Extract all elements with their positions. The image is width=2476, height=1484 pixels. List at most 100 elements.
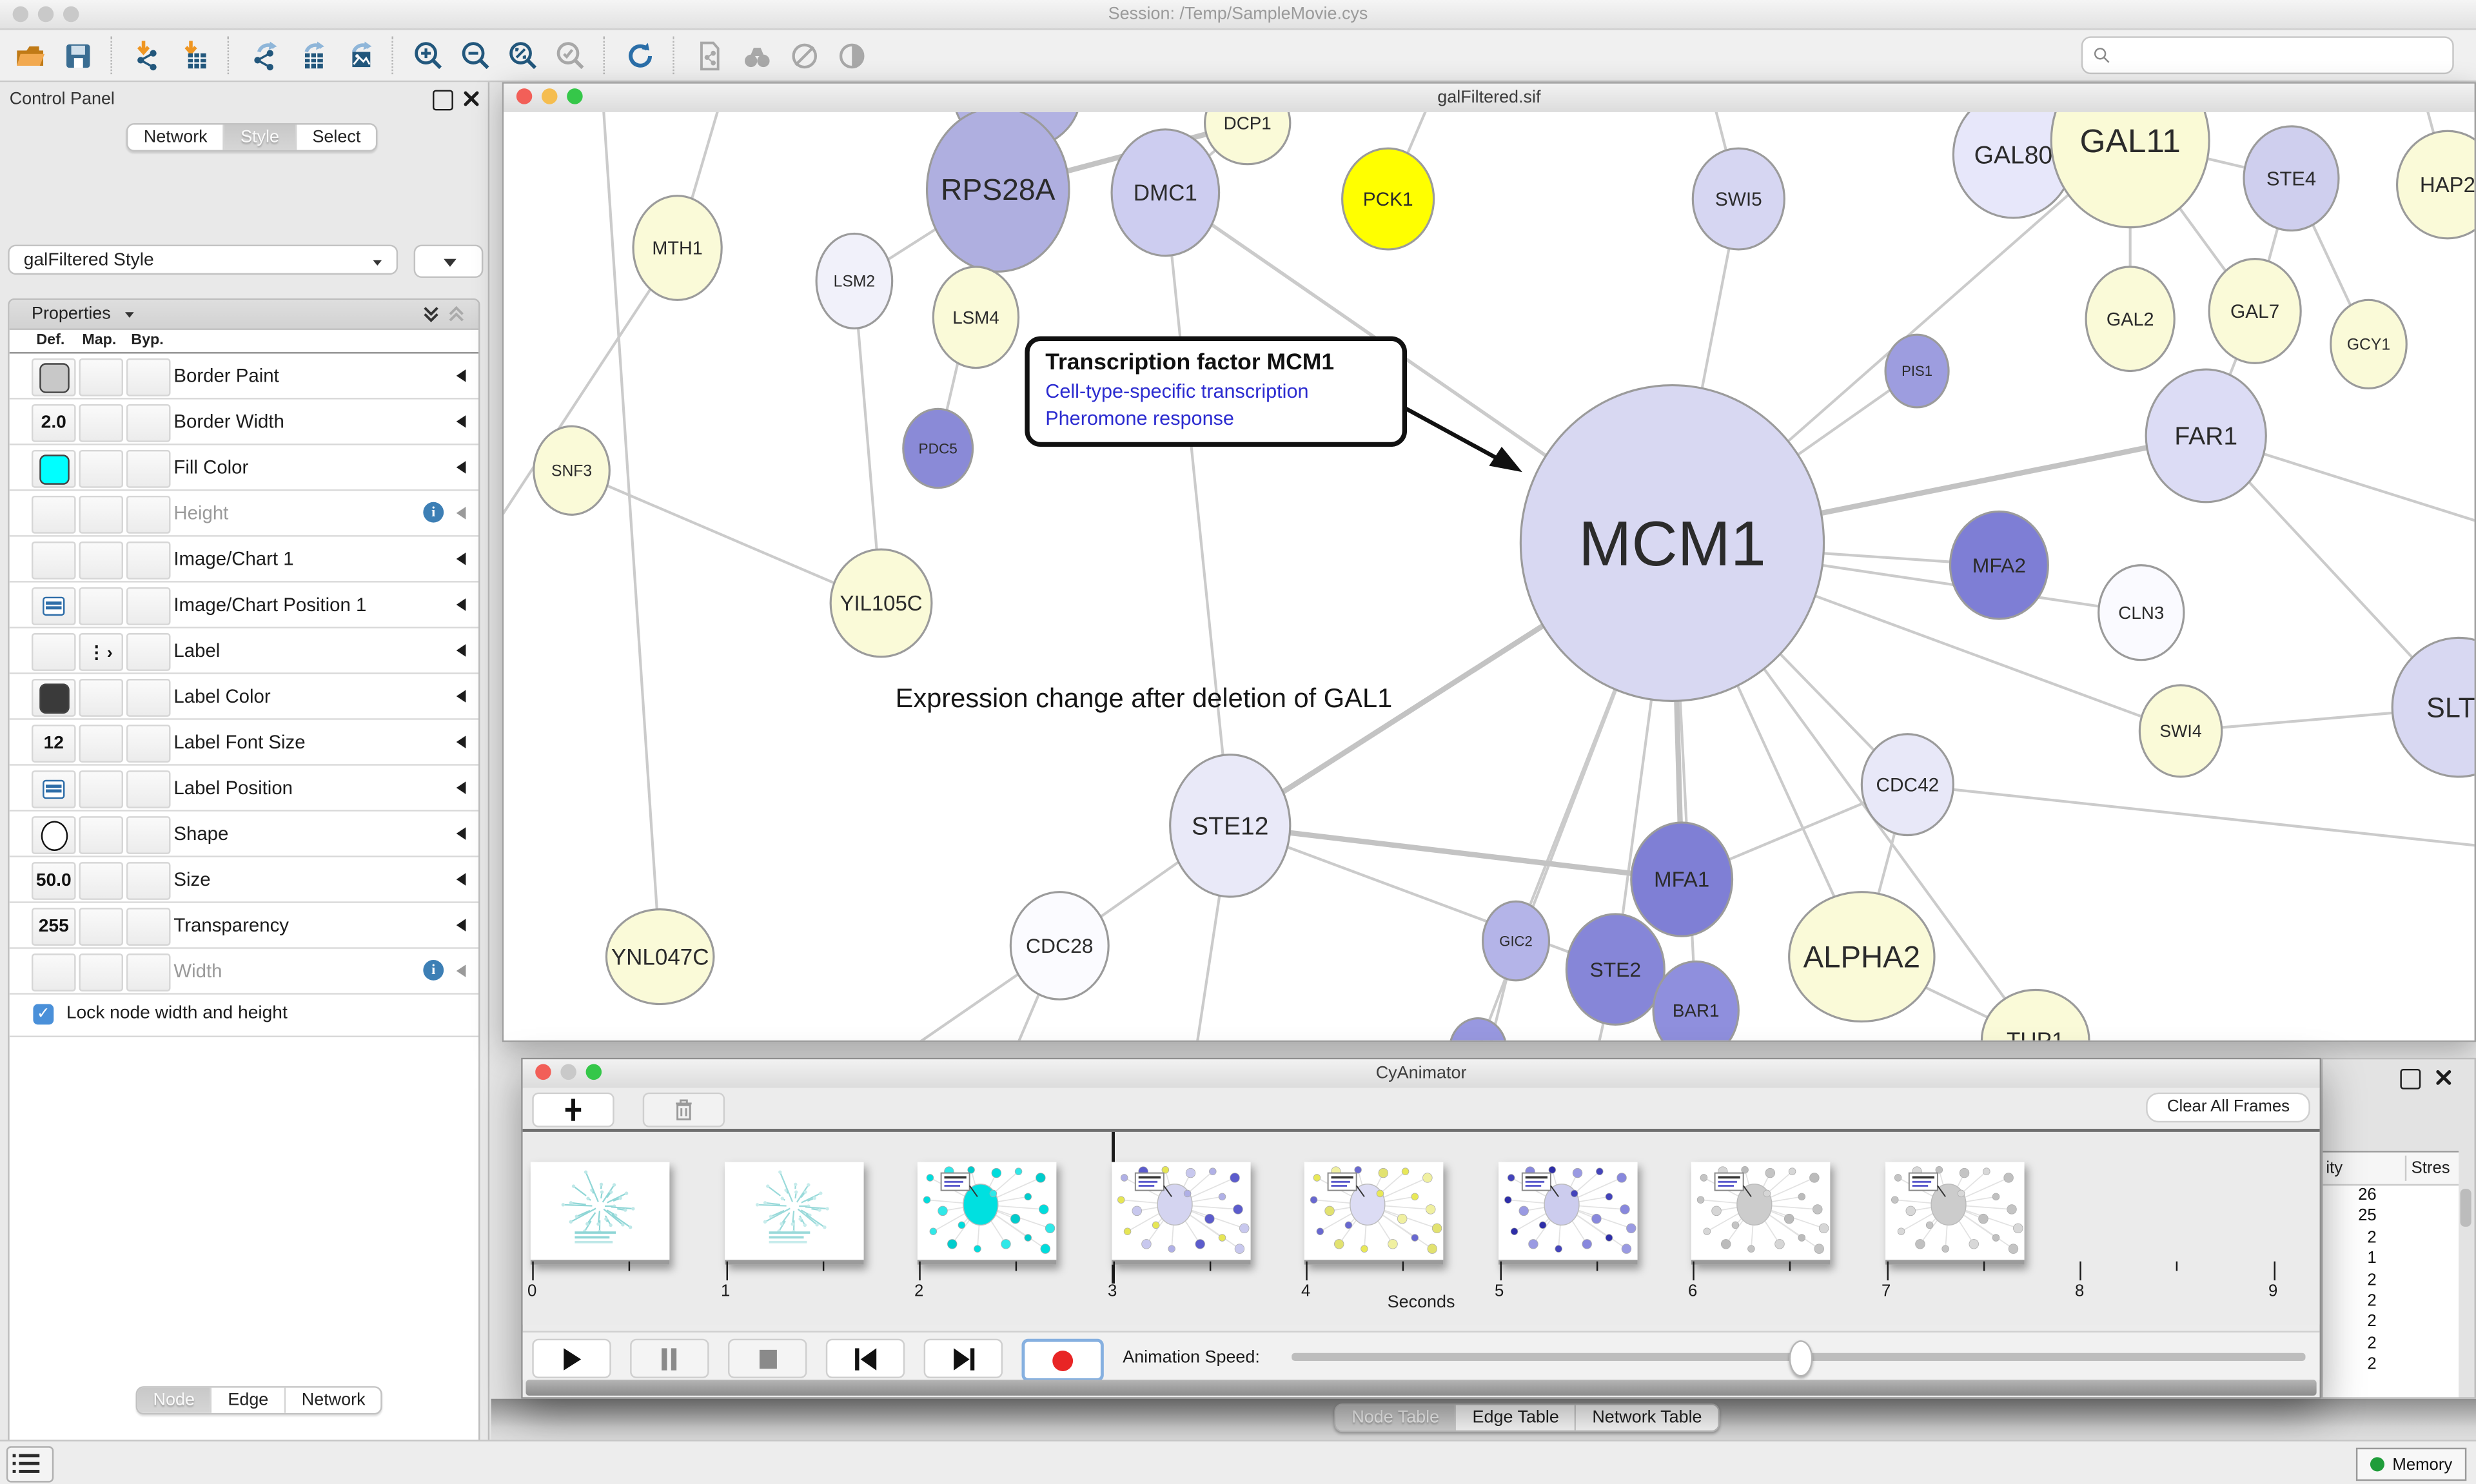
node-GCY1[interactable]: GCY1 [2331, 300, 2407, 388]
bypass-cell[interactable] [126, 404, 171, 442]
export-image-button[interactable] [340, 36, 378, 74]
bypass-cell[interactable] [126, 358, 171, 396]
frame-thumbnail-8[interactable] [1885, 1162, 2024, 1264]
node-DCP1[interactable]: DCP1 [1205, 112, 1290, 164]
float-panel-icon[interactable] [433, 90, 453, 111]
mapping-cell[interactable] [79, 404, 123, 442]
table-row[interactable]: 2 [2323, 1355, 2459, 1376]
node-PIS1[interactable]: PIS1 [1885, 335, 1949, 407]
mapping-cell[interactable] [79, 450, 123, 488]
style-target-tab-edge[interactable]: Edge [212, 1388, 286, 1413]
default-value-cell[interactable] [32, 770, 76, 808]
search-input[interactable] [2111, 41, 2452, 70]
table-row[interactable]: 2 [2323, 1270, 2459, 1291]
mapping-cell[interactable] [79, 542, 123, 580]
collapse-all-icon[interactable] [447, 305, 466, 324]
node-PCK1[interactable]: PCK1 [1342, 148, 1434, 249]
edge-cdc42-r2[interactable] [1907, 785, 2474, 854]
style-target-tab-node[interactable]: Node [137, 1388, 212, 1413]
property-row-label-color[interactable]: Label Color [10, 674, 478, 720]
property-row-size[interactable]: 50.0Size [10, 857, 478, 903]
bypass-cell[interactable] [126, 862, 171, 900]
edge-ste12-mfa1[interactable] [1230, 826, 1682, 879]
memory-button[interactable]: Memory [2356, 1448, 2466, 1481]
node-GAL7[interactable]: GAL7 [2209, 259, 2301, 364]
mapping-cell[interactable] [79, 496, 123, 534]
add-frame-button[interactable] [532, 1093, 614, 1128]
expand-row-icon[interactable] [457, 552, 466, 565]
frame-thumbnail-5[interactable] [1304, 1162, 1444, 1264]
zoom-selected-button[interactable] [551, 36, 589, 74]
default-value-cell[interactable] [32, 953, 76, 991]
import-network-button[interactable] [128, 36, 166, 74]
default-value-cell[interactable]: 255 [32, 908, 76, 946]
mapping-cell[interactable] [79, 679, 123, 717]
annotation-box[interactable]: Transcription factor MCM1 Cell-type-spec… [1025, 337, 1407, 447]
bypass-cell[interactable] [126, 633, 171, 671]
property-row-width[interactable]: Widthi [10, 949, 478, 995]
skip-end-button[interactable] [924, 1339, 1003, 1378]
annotation-link[interactable]: Cell-type-specific transcription [1045, 380, 1386, 402]
tab-style[interactable]: Style [225, 124, 297, 150]
default-value-cell[interactable] [32, 450, 76, 488]
node-CDC42[interactable]: CDC42 [1862, 734, 1953, 835]
node-YNL047C[interactable]: YNL047C [606, 910, 714, 1004]
expand-all-icon[interactable] [422, 305, 440, 324]
close-panel-icon[interactable] [463, 90, 480, 108]
default-value-cell[interactable] [32, 633, 76, 671]
node-BAR1[interactable]: BAR1 [1653, 961, 1738, 1040]
column-ity[interactable]: ity [2326, 1159, 2343, 1178]
mapping-cell[interactable] [79, 587, 123, 625]
frame-thumbnail-6[interactable] [1498, 1162, 1637, 1264]
default-value-cell[interactable]: 2.0 [32, 404, 76, 442]
expand-row-icon[interactable] [457, 461, 466, 474]
clear-all-frames-button[interactable]: Clear All Frames [2147, 1093, 2310, 1123]
horizontal-scrollbar[interactable] [526, 1380, 2317, 1395]
table-row[interactable]: 2 [2323, 1313, 2459, 1334]
expand-row-icon[interactable] [457, 919, 466, 932]
node-sp[interactable] [1449, 1019, 1506, 1040]
node-LSM2[interactable]: LSM2 [816, 233, 892, 328]
node-STE2[interactable]: STE2 [1566, 914, 1664, 1024]
expand-row-icon[interactable] [457, 736, 466, 748]
tab-network-table[interactable]: Network Table [1577, 1405, 1718, 1430]
mapping-cell[interactable] [79, 862, 123, 900]
info-icon[interactable]: i [423, 960, 444, 981]
export-network-button[interactable] [245, 36, 283, 74]
table-row[interactable]: 2 [2323, 1334, 2459, 1355]
default-value-cell[interactable] [32, 816, 76, 854]
annotation-link[interactable]: Pheromone response [1045, 407, 1386, 429]
refresh-layout-button[interactable] [620, 36, 658, 74]
export-table-button[interactable] [292, 36, 330, 74]
table-row[interactable]: 2 [2323, 1228, 2459, 1249]
pause-button[interactable] [630, 1339, 709, 1378]
property-row-height[interactable]: Heighti [10, 491, 478, 537]
table-row[interactable]: 26 [2323, 1186, 2459, 1207]
close-panel-icon[interactable] [2435, 1069, 2452, 1086]
stop-button[interactable] [728, 1339, 807, 1378]
import-table-button[interactable] [175, 36, 213, 74]
contrast-button[interactable] [832, 36, 870, 74]
expand-row-icon[interactable] [457, 964, 466, 977]
open-session-button[interactable] [11, 36, 49, 74]
lock-checkbox[interactable]: ✓ [33, 1004, 54, 1025]
bypass-cell[interactable] [126, 816, 171, 854]
zoom-out-button[interactable] [457, 36, 495, 74]
tab-node-table[interactable]: Node Table [1336, 1405, 1457, 1430]
node-GIC2[interactable]: GIC2 [1483, 901, 1549, 980]
binoculars-button[interactable] [738, 36, 776, 74]
properties-header[interactable]: Properties [10, 300, 478, 330]
expand-row-icon[interactable] [457, 781, 466, 794]
property-row-shape[interactable]: Shape [10, 812, 478, 857]
expand-row-icon[interactable] [457, 644, 466, 657]
mapping-cell[interactable] [79, 725, 123, 763]
cyanimator-titlebar[interactable]: CyAnimator [523, 1059, 2320, 1089]
bypass-cell[interactable] [126, 587, 171, 625]
tab-network[interactable]: Network [128, 124, 224, 150]
mapping-cell[interactable] [79, 358, 123, 396]
style-options-button[interactable] [414, 245, 484, 278]
node-CLN3[interactable]: CLN3 [2099, 565, 2184, 660]
node-LSM4[interactable]: LSM4 [933, 267, 1018, 368]
play-button[interactable] [532, 1339, 611, 1378]
expand-row-icon[interactable] [457, 598, 466, 611]
